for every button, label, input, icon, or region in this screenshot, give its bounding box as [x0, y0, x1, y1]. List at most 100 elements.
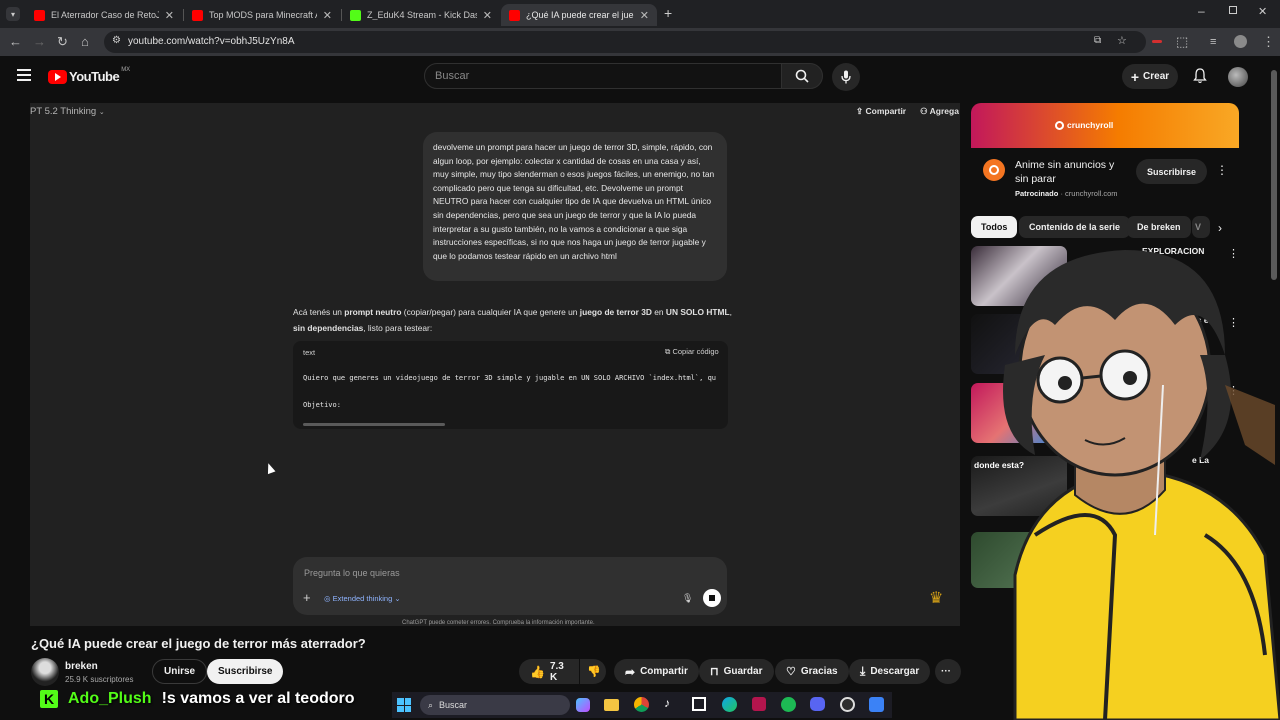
- rec-title[interactable]: es en: [1192, 315, 1214, 325]
- search-button[interactable]: [781, 63, 823, 89]
- edge-icon[interactable]: [722, 697, 737, 712]
- chevron-right-icon[interactable]: ›: [1218, 221, 1222, 235]
- rec-thumbnail[interactable]: [971, 532, 1067, 588]
- rec-title[interactable]: CUS: [1183, 397, 1201, 407]
- attach-plus-icon[interactable]: +: [303, 590, 311, 605]
- media-control-icon[interactable]: ≡: [1210, 34, 1216, 50]
- save-button[interactable]: ⊓ Guardar: [699, 659, 774, 684]
- ad-subscribe-button[interactable]: Suscribirse: [1136, 159, 1208, 184]
- windows-start-icon[interactable]: [397, 698, 411, 712]
- chat-composer[interactable]: Pregunta lo que quieras + ◎ Extended thi…: [293, 557, 727, 615]
- rec-thumbnail[interactable]: [971, 246, 1067, 306]
- rec-thumbnail[interactable]: [971, 383, 1067, 443]
- browser-tab-1[interactable]: El Aterrador Caso de RetoJorgeI ✕: [26, 4, 182, 26]
- copy-code-button[interactable]: ⧉ Copiar código: [665, 347, 719, 357]
- tab-search-icon[interactable]: ▾: [6, 7, 20, 21]
- browser-tab-2[interactable]: Top MODS para Minecraft APOC ✕: [184, 4, 340, 26]
- subscribe-button[interactable]: Suscribirse: [207, 659, 284, 684]
- account-avatar[interactable]: [1228, 67, 1248, 87]
- subscriber-count: 25.9 K suscriptores: [65, 675, 134, 684]
- join-button[interactable]: Unirse: [152, 659, 208, 684]
- extensions-icon[interactable]: ⬚: [1176, 34, 1188, 50]
- dislike-button[interactable]: 👎: [580, 659, 606, 684]
- taskbar-search[interactable]: ⌕ Buscar: [420, 695, 570, 715]
- create-button[interactable]: + Crear: [1122, 64, 1178, 89]
- bookmark-star-icon[interactable]: ☆: [1117, 34, 1127, 47]
- browser-tab-active[interactable]: ¿Qué IA puede crear el juego de ✕: [501, 4, 657, 26]
- tiktok-icon[interactable]: ♪: [664, 696, 670, 710]
- thinking-label: Extended thinking: [332, 594, 393, 603]
- rec-menu-icon[interactable]: ⋮: [1228, 247, 1239, 260]
- chip-all[interactable]: Todos: [971, 216, 1018, 238]
- rec-thumbnail[interactable]: donde esta?: [971, 456, 1067, 516]
- install-app-icon[interactable]: ⧉: [1094, 35, 1101, 46]
- window-close-icon[interactable]: ✕: [1258, 5, 1267, 18]
- hamburger-menu-icon[interactable]: [17, 69, 31, 81]
- omnibox[interactable]: ⚙ youtube.com/watch?v=obhJ5UzYn8A ⧉ ☆: [104, 31, 1146, 53]
- ad-brand-avatar[interactable]: [983, 159, 1005, 181]
- ad-menu-icon[interactable]: ⋮: [1216, 163, 1228, 177]
- browser-menu-icon[interactable]: ⋮: [1262, 34, 1275, 50]
- forward-icon[interactable]: →: [33, 34, 46, 50]
- record-extension-icon[interactable]: [1152, 40, 1162, 43]
- capcut-icon[interactable]: [692, 697, 706, 711]
- profile-avatar-icon[interactable]: [1234, 35, 1247, 48]
- reload-icon[interactable]: ↻: [57, 34, 68, 50]
- notifications-bell-icon[interactable]: [1193, 68, 1207, 89]
- chrome-icon[interactable]: [634, 697, 649, 712]
- new-tab-plus-icon[interactable]: +: [664, 5, 672, 21]
- chip-series[interactable]: Contenido de la serie: [1019, 216, 1131, 238]
- rec-title[interactable]: EXPLORACION: [1142, 246, 1204, 256]
- chip-partial[interactable]: V: [1192, 216, 1210, 238]
- code-horizontal-scrollbar[interactable]: [303, 423, 445, 426]
- dictate-mic-icon[interactable]: 🎙: [682, 593, 693, 604]
- spotify-icon[interactable]: [781, 697, 796, 712]
- share-button[interactable]: ➦ Compartir: [614, 659, 699, 684]
- file-explorer-icon[interactable]: [604, 699, 619, 711]
- taskbar-search-label: Buscar: [439, 700, 468, 710]
- channel-name[interactable]: breken: [65, 661, 98, 672]
- download-button[interactable]: ⤓ Descargar: [849, 659, 931, 684]
- obs-icon[interactable]: [840, 697, 855, 712]
- rec-title[interactable]: e La: [1192, 455, 1209, 465]
- join-label: Unirse: [164, 666, 196, 677]
- stop-button[interactable]: [703, 589, 721, 607]
- like-button[interactable]: 👍 7.3 K: [519, 659, 579, 684]
- rec-menu-icon[interactable]: ⋮: [1228, 316, 1239, 329]
- thanks-button[interactable]: ♡ Gracias: [775, 659, 849, 684]
- minimize-icon[interactable]: –: [1198, 4, 1205, 18]
- copilot-icon[interactable]: [576, 698, 590, 712]
- rec-thumbnail[interactable]: [971, 314, 1067, 374]
- more-actions-button[interactable]: ···: [935, 659, 961, 684]
- sidebar-ad[interactable]: crunchyroll Anime sin anuncios y sin par…: [971, 103, 1239, 211]
- thumbs-down-icon: 👎: [587, 666, 601, 678]
- model-selector[interactable]: PT 5.2 Thinking ⌄: [30, 106, 105, 117]
- video-player[interactable]: PT 5.2 Thinking ⌄ ⇪ Compartir ⚇ Agrega d…: [30, 103, 960, 626]
- browser-tab-3[interactable]: Z_EduK4 Stream - Kick Dashboard ✕: [342, 4, 500, 26]
- search-input[interactable]: Buscar: [424, 63, 782, 89]
- music-app-icon[interactable]: [752, 697, 766, 711]
- voice-search-button[interactable]: [832, 63, 860, 91]
- chip-from-channel[interactable]: De breken: [1127, 216, 1191, 238]
- back-icon[interactable]: ←: [9, 34, 22, 50]
- close-icon[interactable]: ✕: [477, 9, 492, 22]
- site-info-icon[interactable]: ⚙: [112, 35, 121, 46]
- add-people-button[interactable]: ⚇ Agrega: [920, 106, 959, 117]
- ad-banner[interactable]: crunchyroll: [971, 103, 1239, 148]
- chat-share-button[interactable]: ⇪ Compartir: [856, 106, 906, 117]
- youtube-logo[interactable]: YouTube MX: [48, 67, 130, 84]
- app-icon[interactable]: [869, 697, 884, 712]
- restore-icon[interactable]: [1229, 6, 1237, 14]
- rec-title[interactable]: EVA ...: [1142, 259, 1168, 269]
- rec-menu-icon[interactable]: ⋮: [1228, 384, 1239, 397]
- assistant-reply: Acá tenés un prompt neutro (copiar/pegar…: [293, 305, 733, 336]
- channel-avatar[interactable]: [31, 658, 59, 686]
- discord-icon[interactable]: [810, 697, 825, 711]
- ad-title[interactable]: Anime sin anuncios y sin parar: [1015, 158, 1125, 186]
- close-icon[interactable]: ✕: [317, 9, 332, 22]
- page-scrollbar[interactable]: [1271, 70, 1277, 280]
- home-icon[interactable]: ⌂: [81, 34, 89, 50]
- close-icon[interactable]: ✕: [634, 9, 649, 22]
- close-icon[interactable]: ✕: [159, 9, 174, 22]
- extended-thinking-toggle[interactable]: ◎ Extended thinking ⌄: [324, 594, 401, 603]
